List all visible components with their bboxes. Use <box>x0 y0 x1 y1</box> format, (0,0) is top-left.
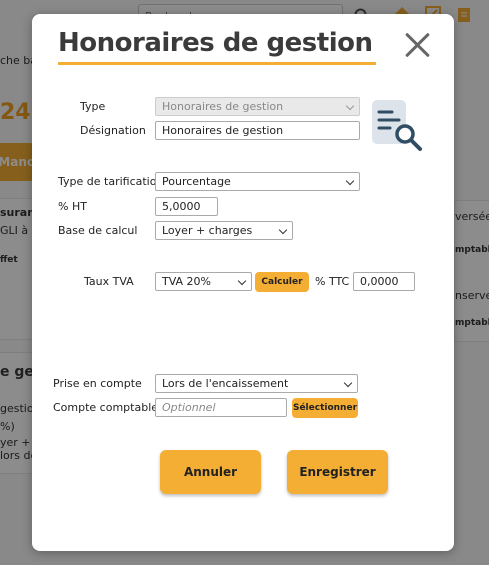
selectionner-button[interactable]: Sélectionner <box>292 398 358 418</box>
prise-en-compte-label: Prise en compte <box>53 377 142 390</box>
ht-label: % HT <box>58 200 87 213</box>
modal-title: Honoraires de gestion <box>58 28 373 58</box>
type-label: Type <box>80 100 106 113</box>
tva-label: Taux TVA <box>84 275 134 288</box>
ttc-input[interactable]: 0,0000 <box>353 272 415 291</box>
compte-comptable-input[interactable]: Optionnel <box>155 398 287 417</box>
ht-input[interactable]: 5,0000 <box>155 197 218 216</box>
base-calcul-select[interactable]: Loyer + charges <box>155 221 293 240</box>
tarification-select[interactable]: Pourcentage <box>155 172 360 191</box>
base-calcul-label: Base de calcul <box>58 224 138 237</box>
honoraires-modal: Honoraires de gestion Type Honoraires de… <box>32 14 454 551</box>
close-icon[interactable] <box>400 28 434 62</box>
annuler-button[interactable]: Annuler <box>160 450 261 494</box>
type-select: Honoraires de gestion <box>155 97 360 116</box>
prise-en-compte-select[interactable]: Lors de l'encaissement <box>155 374 358 393</box>
designation-label: Désignation <box>80 124 146 137</box>
ttc-label: % TTC <box>315 275 350 288</box>
designation-input[interactable]: Honoraires de gestion <box>155 121 360 140</box>
compte-comptable-label: Compte comptable <box>53 401 159 414</box>
tva-select[interactable]: TVA 20% <box>155 272 252 291</box>
tarification-label: Type de tarification <box>58 175 164 188</box>
calculer-button[interactable]: Calculer <box>255 272 309 292</box>
document-search-icon[interactable] <box>370 98 426 154</box>
title-underline <box>58 62 376 65</box>
enregistrer-button[interactable]: Enregistrer <box>287 450 388 494</box>
